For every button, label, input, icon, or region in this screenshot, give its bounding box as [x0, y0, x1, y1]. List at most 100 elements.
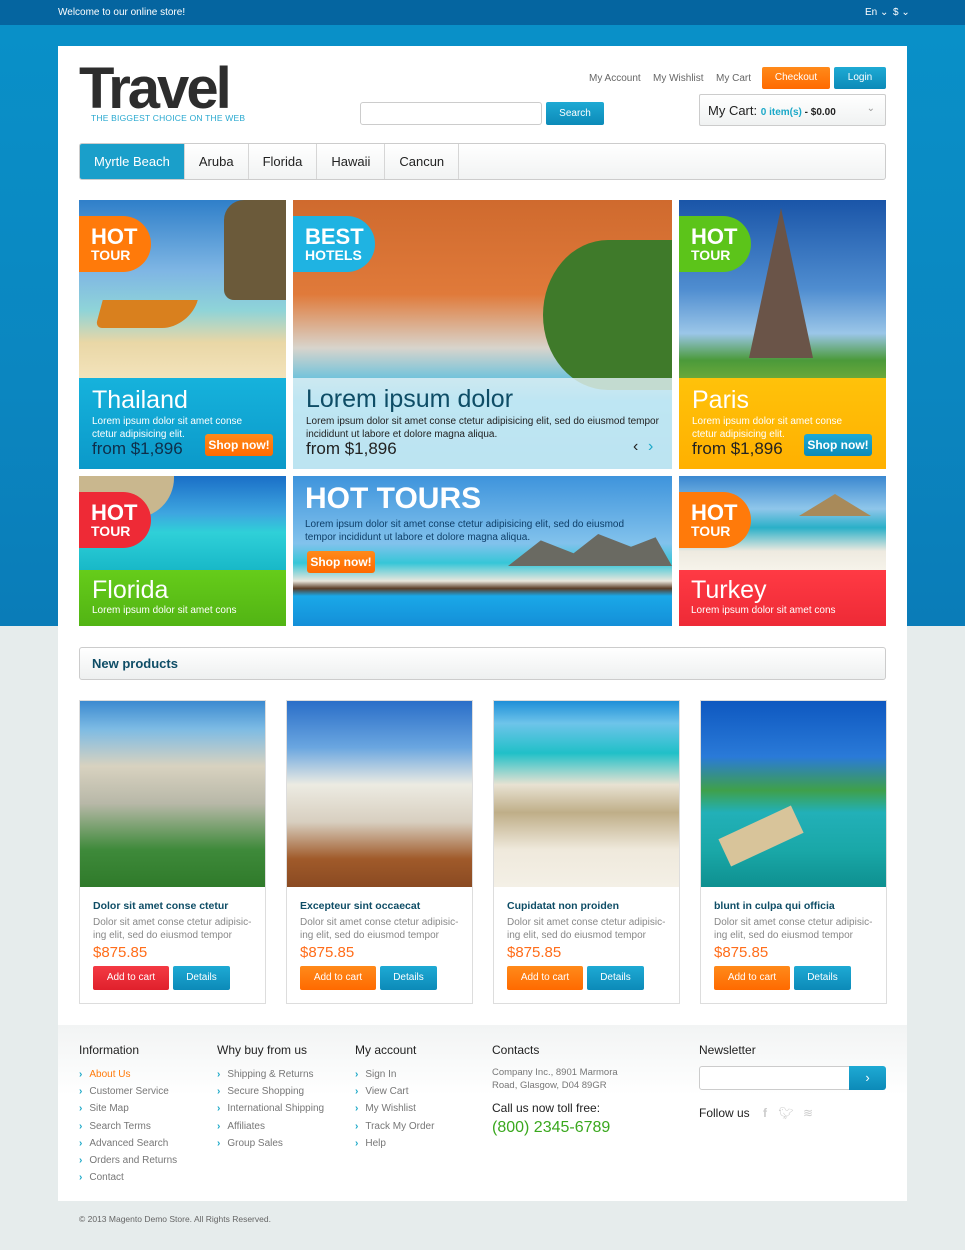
footer-contacts: Contacts Company Inc., 8901 Marmora Road,…	[492, 1043, 618, 1137]
hot-tour-badge: HOT TOUR	[679, 216, 751, 272]
hot-tour-badge: HOT TOUR	[679, 492, 751, 548]
tab-hawaii[interactable]: Hawaii	[317, 144, 386, 179]
product-desc: Dolor sit amet conse ctetur adipisic-ing…	[300, 917, 459, 941]
footer-my-account: My account › Sign In › View Cart › My Wishl…	[355, 1043, 434, 1152]
product-desc: Dolor sit amet conse ctetur adipisic-ing…	[507, 917, 666, 941]
main-nav: Myrtle Beach Aruba Florida Hawaii Cancun	[79, 143, 886, 180]
footer-heading: Newsletter	[699, 1043, 756, 1057]
my-cart-link[interactable]: My Cart	[716, 73, 751, 84]
product-image[interactable]	[494, 701, 679, 887]
language-selector[interactable]: En ⌄	[865, 7, 888, 18]
details-button[interactable]: Details	[173, 966, 230, 990]
tab-florida[interactable]: Florida	[249, 144, 318, 179]
footer-link-my-wishlist[interactable]: › My Wishlist	[355, 1100, 434, 1117]
new-products-header: New products	[79, 647, 886, 680]
tab-cancun[interactable]: Cancun	[385, 144, 460, 179]
call-label: Call us now toll free:	[492, 1101, 601, 1115]
tile-best-hotels[interactable]: BEST HOTELS Lorem ipsum dolor Lorem ipsum…	[293, 200, 672, 469]
tile-florida[interactable]: HOT TOUR Florida Lorem ipsum dolor sit am…	[79, 476, 286, 626]
paris-panel: Paris Lorem ipsum dolor sit amet conse c…	[679, 378, 886, 469]
logo[interactable]: Travel	[79, 58, 232, 120]
tile-title: Lorem ipsum dolor	[306, 385, 514, 413]
tagline: THE BIGGEST CHOICE ON THE WEB	[91, 113, 246, 123]
footer-link-advanced-search[interactable]: › Advanced Search	[79, 1135, 177, 1152]
hot-tour-badge: HOT TOUR	[79, 492, 151, 548]
footer-link-orders-returns[interactable]: › Orders and Returns	[79, 1152, 177, 1169]
details-button[interactable]: Details	[794, 966, 851, 990]
footer-link-international-shipping[interactable]: › International Shipping	[217, 1100, 324, 1117]
footer-link-sign-in[interactable]: › Sign In	[355, 1066, 434, 1083]
add-to-cart-button[interactable]: Add to cart	[93, 966, 169, 990]
newsletter-email-input[interactable]	[699, 1066, 851, 1090]
rss-icon[interactable]: ≋	[803, 1106, 813, 1120]
add-to-cart-button[interactable]: Add to cart	[300, 966, 376, 990]
tab-aruba[interactable]: Aruba	[185, 144, 249, 179]
search-input[interactable]	[360, 102, 542, 125]
tile-hot-tours[interactable]: HOT TOURS Lorem ipsum dolor sit amet con…	[293, 476, 672, 626]
chevron-right-icon: ›	[355, 1120, 359, 1132]
slider-next-arrow[interactable]: ›	[648, 438, 653, 456]
product-image[interactable]	[701, 701, 886, 887]
footer-link-about-us[interactable]: › About Us	[79, 1066, 177, 1083]
my-account-link[interactable]: My Account	[589, 73, 641, 84]
footer-link-affiliates[interactable]: › Affiliates	[217, 1118, 324, 1135]
chevron-down-icon: ⌄	[901, 7, 910, 18]
shop-now-button[interactable]: Shop now!	[205, 434, 273, 456]
footer-link-help[interactable]: › Help	[355, 1135, 434, 1152]
shop-now-button[interactable]: Shop now!	[307, 551, 375, 573]
cart-dropdown[interactable]: My Cart: 0 item(s) - $0.00 ⌄	[699, 94, 886, 126]
florida-panel: Florida Lorem ipsum dolor sit amet cons	[79, 570, 286, 626]
product-card: blunt in culpa qui officia Dolor sit ame…	[700, 700, 887, 1004]
thailand-panel: Thailand Lorem ipsum dolor sit amet cons…	[79, 378, 286, 469]
phone-number[interactable]: (800) 2345-6789	[492, 1119, 618, 1137]
cart-label: My Cart:	[708, 103, 758, 118]
welcome-message: Welcome to our online store!	[58, 7, 186, 18]
footer-link-search-terms[interactable]: › Search Terms	[79, 1118, 177, 1135]
product-image[interactable]	[80, 701, 265, 887]
footer-heading: My account	[355, 1043, 417, 1057]
twitter-icon[interactable]: 🐦︎	[778, 1106, 793, 1120]
details-button[interactable]: Details	[380, 966, 437, 990]
tile-desc: Lorem ipsum dolor sit amet conse ctetur …	[306, 416, 659, 440]
footer-link-view-cart[interactable]: › View Cart	[355, 1083, 434, 1100]
product-name[interactable]: Excepteur sint occaecat	[300, 900, 420, 912]
shop-now-button[interactable]: Shop now!	[804, 434, 872, 456]
tab-myrtle-beach[interactable]: Myrtle Beach	[80, 144, 185, 179]
product-price: $875.85	[93, 944, 148, 961]
search-button[interactable]: Search	[546, 102, 604, 125]
product-name[interactable]: Cupidatat non proiden	[507, 900, 619, 912]
product-name[interactable]: blunt in culpa qui officia	[714, 900, 835, 912]
tile-thailand[interactable]: HOT TOUR Thailand Lorem ipsum dolor sit a…	[79, 200, 286, 469]
chevron-right-icon: ›	[79, 1086, 83, 1098]
footer-link-shipping-returns[interactable]: › Shipping & Returns	[217, 1066, 324, 1083]
hot-tours-title: HOT TOURS	[305, 482, 482, 515]
footer-link-site-map[interactable]: › Site Map	[79, 1100, 177, 1117]
slider-prev-arrow[interactable]: ‹	[633, 438, 638, 456]
details-button[interactable]: Details	[587, 966, 644, 990]
product-image[interactable]	[287, 701, 472, 887]
footer-link-secure-shopping[interactable]: › Secure Shopping	[217, 1083, 324, 1100]
add-to-cart-button[interactable]: Add to cart	[507, 966, 583, 990]
login-button[interactable]: Login	[834, 67, 886, 89]
currency-selector[interactable]: $ ⌄	[893, 7, 910, 18]
product-name[interactable]: Dolor sit amet conse ctetur	[93, 900, 228, 912]
footer-link-track-order[interactable]: › Track My Order	[355, 1118, 434, 1135]
tile-title: Paris	[692, 386, 749, 414]
facebook-icon[interactable]: f	[763, 1106, 767, 1120]
top-bar: Welcome to our online store! En ⌄ $ ⌄	[0, 0, 965, 25]
add-to-cart-button[interactable]: Add to cart	[714, 966, 790, 990]
checkout-button[interactable]: Checkout	[762, 67, 830, 89]
newsletter-submit-button[interactable]: ›	[849, 1066, 886, 1090]
footer-link-contact[interactable]: › Contact	[79, 1169, 177, 1186]
footer-link-group-sales[interactable]: › Group Sales	[217, 1135, 324, 1152]
chevron-right-icon: ›	[355, 1103, 359, 1115]
product-price: $875.85	[714, 944, 769, 961]
cart-total: $0.00	[810, 107, 836, 118]
tile-turkey[interactable]: HOT TOUR Turkey Lorem ipsum dolor sit ame…	[679, 476, 886, 626]
my-wishlist-link[interactable]: My Wishlist	[653, 73, 704, 84]
footer-information: Information › About Us › Customer Service …	[79, 1043, 177, 1186]
footer-link-customer-service[interactable]: › Customer Service	[79, 1083, 177, 1100]
hotels-panel: Lorem ipsum dolor Lorem ipsum dolor sit …	[293, 378, 672, 469]
product-card: Dolor sit amet conse ctetur Dolor sit am…	[79, 700, 266, 1004]
tile-paris[interactable]: HOT TOUR Paris Lorem ipsum dolor sit amet…	[679, 200, 886, 469]
